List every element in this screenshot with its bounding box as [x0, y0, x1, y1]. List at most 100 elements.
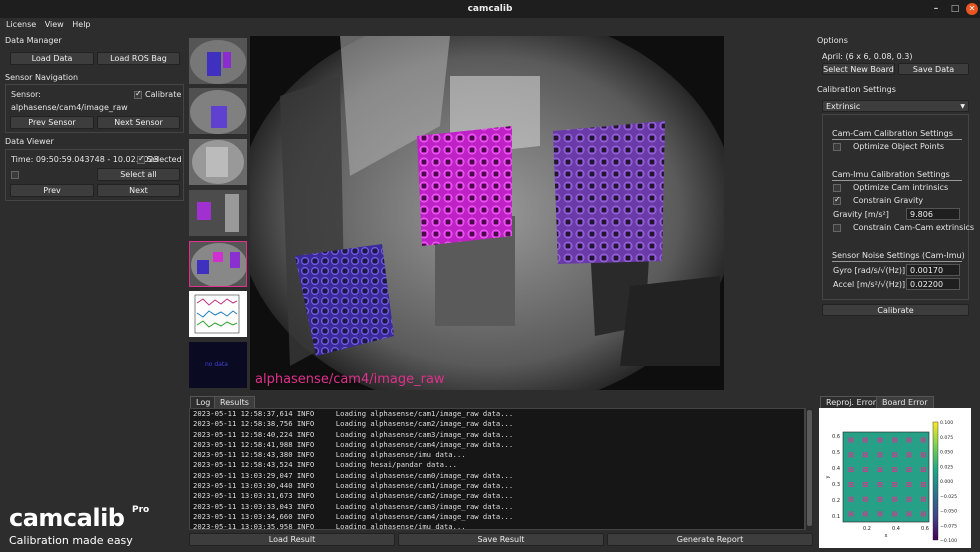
thumbnail-1-image: [189, 38, 247, 84]
colorbar-tick-label: 0.050: [940, 450, 953, 456]
calibrate-checkbox[interactable]: [134, 89, 142, 99]
heatmap-marker-dot: [864, 468, 867, 471]
y-tick-label: 0.2: [832, 498, 840, 504]
heatmap-marker-dot: [893, 439, 896, 441]
log-line: 2023-05-11 13:03:31,673 INFO Loading alp…: [193, 491, 514, 501]
next-sensor-button[interactable]: Next Sensor: [97, 116, 180, 129]
thumbnail-3[interactable]: [189, 139, 247, 185]
board-error-heatmap: 0.6 0.5 0.4 0.3 0.2 0.1 0.2 0.4 0.6 x y 0.100 0.075 0…: [825, 420, 957, 544]
gyro-input[interactable]: 0.00170: [906, 264, 960, 276]
log-line: 2023-05-11 12:58:37,614 INFO Loading alp…: [193, 409, 514, 418]
calibrate-label: Calibrate: [145, 90, 182, 99]
sensor-name: alphasense/cam4/image_raw: [11, 103, 128, 112]
optimize-cam-intrinsics-checkbox[interactable]: [833, 184, 841, 192]
menu-help[interactable]: Help: [66, 18, 90, 31]
logo-name: camcalib: [9, 504, 125, 532]
log-line: 2023-05-11 13:03:33,043 INFO Loading alp…: [193, 501, 514, 511]
heatmap-marker-dot: [879, 453, 881, 456]
gravity-label: Gravity [m/s²]: [833, 210, 889, 219]
chevron-down-icon: ▼: [960, 103, 965, 110]
colorbar-tick-label: −0.050: [940, 509, 957, 515]
load-data-button[interactable]: Load Data: [10, 52, 94, 65]
colorbar-tick-label: 0.025: [940, 464, 953, 470]
log-output[interactable]: 2023-05-11 12:58:37,614 INFO Loading alp…: [189, 408, 805, 530]
data-manager-heading: Data Manager: [5, 36, 62, 45]
constrain-gravity-checkbox[interactable]: [833, 195, 841, 205]
prev-sensor-button[interactable]: Prev Sensor: [10, 116, 94, 129]
y-tick-label: 0.6: [832, 434, 840, 440]
x-tick-label: 0.4: [892, 526, 900, 532]
thumbnail-7[interactable]: no data: [189, 342, 247, 388]
heatmap-marker-dot: [850, 513, 852, 515]
noise-heading: Sensor Noise Settings (Cam-Imu): [832, 251, 965, 260]
y-tick-label: 0.3: [832, 482, 840, 488]
colorbar-tick-label: 0.000: [940, 479, 953, 485]
select-all-checkbox[interactable]: [11, 171, 19, 179]
heatmap-marker-dot: [922, 439, 925, 441]
colorbar-tick-label: −0.075: [940, 523, 957, 529]
heatmap-marker-dot: [908, 483, 910, 486]
next-button[interactable]: Next: [97, 184, 180, 197]
accel-input[interactable]: 0.02200: [906, 278, 960, 290]
log-line: 2023-05-11 12:58:41,988 INFO Loading alp…: [193, 439, 514, 449]
log-line: 2023-05-11 13:03:35,958 INFO Loading alp…: [193, 522, 466, 530]
thumbnail-6-image: [189, 291, 247, 337]
heatmap-marker-dot: [850, 453, 852, 456]
save-result-button[interactable]: Save Result: [398, 533, 604, 546]
tab-reproj-error[interactable]: Reproj. Error: [820, 396, 883, 408]
log-line: 2023-05-11 13:03:29,047 INFO Loading alp…: [193, 470, 514, 480]
close-icon[interactable]: ✕: [966, 3, 978, 15]
prev-button[interactable]: Prev: [10, 184, 94, 197]
constrain-gravity-label: Constrain Gravity: [853, 196, 924, 205]
tab-results[interactable]: Results: [214, 396, 255, 408]
thumbnail-1[interactable]: [189, 38, 247, 84]
heatmap-marker-dot: [864, 498, 867, 501]
tab-log[interactable]: Log: [190, 396, 217, 408]
selected-checkbox[interactable]: [137, 154, 145, 164]
image-viewer[interactable]: alphasense/cam4/image_raw: [250, 36, 724, 390]
calibration-mode-value: Extrinsic: [826, 102, 861, 111]
select-all-button[interactable]: Select all: [97, 168, 180, 181]
select-new-board-button[interactable]: Select New Board: [822, 63, 895, 75]
selected-label: Selected: [147, 155, 182, 164]
heatmap-marker-dot: [922, 498, 925, 501]
tab-board-error[interactable]: Board Error: [876, 396, 934, 408]
cam-imu-heading: Cam-Imu Calibration Settings: [832, 170, 950, 179]
gyro-label: Gyro [rad/s/√(Hz)]: [833, 266, 906, 275]
thumbnail-2-image: [189, 88, 247, 134]
gravity-input[interactable]: 9.806: [906, 208, 960, 220]
save-data-button[interactable]: Save Data: [898, 63, 969, 75]
load-ros-bag-button[interactable]: Load ROS Bag: [97, 52, 180, 65]
log-scrollbar-thumb[interactable]: [807, 410, 812, 526]
menu-view[interactable]: View: [39, 18, 64, 31]
heatmap-marker-dot: [908, 439, 910, 441]
heatmap-marker-dot: [850, 439, 852, 441]
log-line: 2023-05-11 12:58:40,224 INFO Loading alp…: [193, 429, 514, 439]
load-result-button[interactable]: Load Result: [189, 533, 395, 546]
thumbnail-6[interactable]: [189, 291, 247, 337]
x-tick-label: 0.6: [921, 526, 929, 532]
maximize-icon[interactable]: □: [949, 3, 961, 15]
thumbnail-2[interactable]: [189, 88, 247, 134]
generate-report-button[interactable]: Generate Report: [607, 533, 813, 546]
noise-divider: [832, 261, 962, 262]
optimize-cam-intrinsics-label: Optimize Cam intrinsics: [853, 183, 949, 192]
calibration-settings-heading: Calibration Settings: [817, 85, 896, 94]
logo: camcalib Pro Calibration made easy: [9, 504, 179, 550]
menu-license[interactable]: License: [0, 18, 36, 31]
calibrate-button[interactable]: Calibrate: [822, 304, 969, 316]
y-tick-label: 0.5: [832, 450, 840, 456]
thumbnail-5-selected[interactable]: [189, 241, 247, 287]
log-scrollbar[interactable]: [805, 408, 813, 530]
calibration-mode-select[interactable]: Extrinsic ▼: [822, 100, 969, 112]
thumbnail-4-image: [189, 190, 247, 236]
calibration-board-center: [417, 126, 512, 246]
thumbnail-4[interactable]: [189, 190, 247, 236]
minimize-icon[interactable]: –: [930, 3, 942, 15]
optimize-object-points-checkbox[interactable]: [833, 143, 841, 151]
colorbar-tick-label: −0.025: [940, 494, 957, 500]
options-heading: Options: [817, 36, 848, 45]
constrain-cam-cam-checkbox[interactable]: [833, 224, 841, 232]
heatmap-marker-dot: [922, 513, 925, 515]
heatmap-marker-dot: [922, 483, 925, 486]
